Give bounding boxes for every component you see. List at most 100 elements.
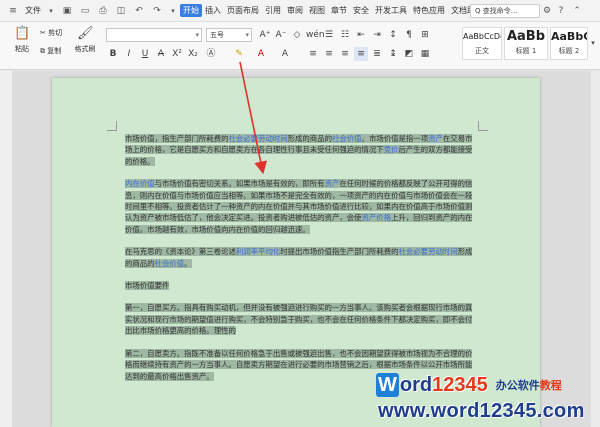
sort-icon[interactable]: ↕ xyxy=(386,28,400,42)
style-heading-2[interactable]: AaBbC 标题 2 xyxy=(550,27,588,60)
line-spacing-icon[interactable]: ↨ xyxy=(386,47,400,61)
help-icon[interactable]: ? xyxy=(555,5,567,17)
logo-row: W ord 12345 办公软件 教程 xyxy=(376,372,562,398)
watermark-logo: W ord 12345 办公软件 教程 www.word12345.com xyxy=(376,372,600,427)
tab-featured[interactable]: 特色应用 xyxy=(410,5,448,16)
format-painter-button[interactable]: 🖌 格式刷 xyxy=(72,26,98,54)
hyperlink[interactable]: 社会必要劳动时间 xyxy=(399,247,458,256)
tab-home[interactable]: 开始 xyxy=(180,4,202,17)
print-preview-icon[interactable]: ◫ xyxy=(115,5,127,17)
highlight-color-icon[interactable]: ✎ xyxy=(232,47,246,61)
copy-label: 复制 xyxy=(47,47,62,55)
text-run: 与市场价值有密切关系。如果市场是有效的，即所有 xyxy=(154,179,325,189)
text-run: 市场价值要件 xyxy=(125,281,170,291)
text-run: 形成的商品的 xyxy=(287,134,332,143)
hamburger-menu-icon[interactable]: ≡ xyxy=(7,5,19,17)
text-run: 时提出市场价值指生产部门所耗费的 xyxy=(280,247,399,257)
hyperlink[interactable]: 利润率平均化 xyxy=(236,247,280,256)
open-folder-icon[interactable]: ▭ xyxy=(79,5,91,17)
ribbon-toolbar: 📋 粘贴 ✂ 剪切 ⧉ 复制 🖌 格式刷 五号 A⁺ A⁻ ◇ wén B I … xyxy=(0,22,600,70)
borders-icon[interactable]: ▦ xyxy=(418,47,432,61)
font-size-select[interactable]: 五号 xyxy=(206,28,252,42)
tab-view[interactable]: 视图 xyxy=(306,5,328,16)
font-color-icon[interactable]: A xyxy=(254,47,268,61)
style-normal[interactable]: AaBbCcDd 正文 xyxy=(462,27,502,60)
text-run: 市场价值，指生产部门所耗费的 xyxy=(125,134,229,143)
document-body[interactable]: 市场价值，指生产部门所耗费的社会必要劳动时间形成的商品的社会价值。市场价值是指一… xyxy=(125,133,473,393)
paste-label: 粘贴 xyxy=(15,45,29,53)
style-sample: AaBbC xyxy=(551,30,587,43)
italic-icon[interactable]: I xyxy=(122,47,136,61)
bold-icon[interactable]: B xyxy=(106,47,120,61)
pinyin-icon[interactable]: wén xyxy=(306,28,325,42)
text-effect-icon[interactable]: Ⓐ xyxy=(204,47,218,61)
styles-more-icon[interactable]: ▾ xyxy=(588,36,598,50)
settings-icon[interactable]: ⚙ xyxy=(541,5,553,17)
cut-button[interactable]: ✂ 剪切 xyxy=(40,28,62,38)
left-panel-strip xyxy=(0,71,12,427)
hyperlink[interactable]: 社会价值 xyxy=(155,259,185,268)
logo-number: 12345 xyxy=(432,373,488,396)
margin-corner-marker xyxy=(478,121,488,131)
paragraph: 第一，自愿买方。指具有购买动机，但并没有被强迫进行购买的一方当事人。该购买者会根… xyxy=(125,302,473,336)
collapse-ribbon-icon[interactable]: ⌃ xyxy=(571,5,583,17)
align-center-icon[interactable]: ≡ xyxy=(322,47,336,61)
print-icon[interactable]: ⎙ xyxy=(97,5,109,17)
copy-button[interactable]: ⧉ 复制 xyxy=(40,46,61,56)
decrease-indent-icon[interactable]: ⇤ xyxy=(354,28,368,42)
style-sample: AaBbCcDd xyxy=(463,32,501,41)
paragraph: 在马克思的《资本论》第三卷论述利润率平均化时提出市场价值指生产部门所耗费的社会必… xyxy=(125,246,473,269)
subscript-icon[interactable]: X₂ xyxy=(186,47,200,61)
tab-page-layout[interactable]: 页面布局 xyxy=(224,5,262,16)
tab-security[interactable]: 安全 xyxy=(350,5,372,16)
paste-button[interactable]: 📋 粘贴 xyxy=(10,26,34,54)
text-run: 。市场价值是指一项 xyxy=(361,134,429,143)
file-menu[interactable]: 文件 xyxy=(22,5,44,16)
increase-indent-icon[interactable]: ⇥ xyxy=(370,28,384,42)
hyperlink[interactable]: 资产 xyxy=(428,134,443,143)
tab-insert[interactable]: 插入 xyxy=(202,5,224,16)
text-run: 第一，自愿买方。指具有购买动机，但并没有被强迫进行购买的一方当事人。该购买者会根… xyxy=(125,303,473,336)
tab-review[interactable]: 审阅 xyxy=(284,5,306,16)
more-chevron-icon[interactable]: ▾ xyxy=(169,5,177,17)
strikethrough-icon[interactable]: A xyxy=(154,47,168,61)
hyperlink[interactable]: 资产 xyxy=(325,179,340,188)
watermark-url: www.word12345.com xyxy=(378,400,585,422)
tab-references[interactable]: 引用 xyxy=(262,5,284,16)
superscript-icon[interactable]: X² xyxy=(170,47,184,61)
logo-ord: ord xyxy=(399,373,433,396)
align-left-icon[interactable]: ≡ xyxy=(306,47,320,61)
grow-font-icon[interactable]: A⁺ xyxy=(258,28,272,42)
redo-icon[interactable]: ↷ xyxy=(151,5,163,17)
hyperlink[interactable]: 社会必要劳动时间 xyxy=(228,134,287,143)
shrink-font-icon[interactable]: A⁻ xyxy=(274,28,288,42)
logo-w: W xyxy=(376,373,399,397)
undo-icon[interactable]: ↶ xyxy=(133,5,145,17)
underline-icon[interactable]: U xyxy=(138,47,152,61)
scissors-icon: ✂ xyxy=(40,29,46,37)
hyperlink[interactable]: 社会价值 xyxy=(332,134,362,143)
justify-icon[interactable]: ≡ xyxy=(354,47,368,61)
style-name: 标题 1 xyxy=(515,47,537,55)
font-name-select[interactable] xyxy=(106,28,202,42)
numbered-list-icon[interactable]: ☷ xyxy=(338,28,352,42)
command-search-input[interactable]: Q 查找命令... xyxy=(470,4,540,18)
style-name: 正文 xyxy=(475,47,489,55)
shading-icon[interactable]: ◩ xyxy=(402,47,416,61)
align-right-icon[interactable]: ≡ xyxy=(338,47,352,61)
distributed-icon[interactable]: ≣ xyxy=(370,47,384,61)
hyperlink[interactable]: 资产价格 xyxy=(362,213,392,222)
tab-sections[interactable]: 章节 xyxy=(328,5,350,16)
table-icon[interactable]: ⊞ xyxy=(418,28,432,42)
clear-format-icon[interactable]: ◇ xyxy=(290,28,304,42)
style-heading-1[interactable]: AaBb 标题 1 xyxy=(504,27,548,60)
tab-developer[interactable]: 开发工具 xyxy=(372,5,410,16)
hyperlink[interactable]: 竞价 xyxy=(384,145,399,154)
char-border-icon[interactable]: A xyxy=(278,47,292,61)
chevron-down-icon[interactable]: ▾ xyxy=(47,5,55,17)
show-marks-icon[interactable]: ¶ xyxy=(402,28,416,42)
save-icon[interactable]: ▣ xyxy=(61,5,73,17)
paste-icon: 📋 xyxy=(14,26,31,41)
bullet-list-icon[interactable]: ☰ xyxy=(322,28,336,42)
hyperlink[interactable]: 内在价值 xyxy=(125,179,155,188)
